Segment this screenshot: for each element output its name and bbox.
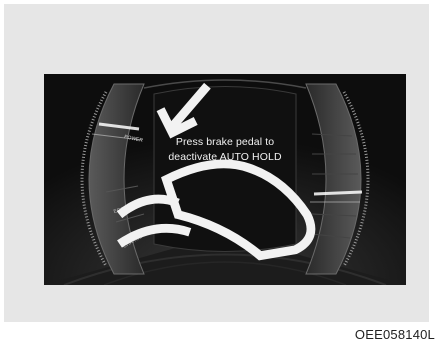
brake-pedal-icon — [116, 82, 316, 261]
figure-code: OEE058140L — [354, 327, 435, 342]
figure-frame: POWER ECO CHARGE Press brake pedal to de… — [4, 4, 429, 322]
instrument-cluster-display: POWER ECO CHARGE Press brake pedal to de… — [44, 74, 406, 285]
